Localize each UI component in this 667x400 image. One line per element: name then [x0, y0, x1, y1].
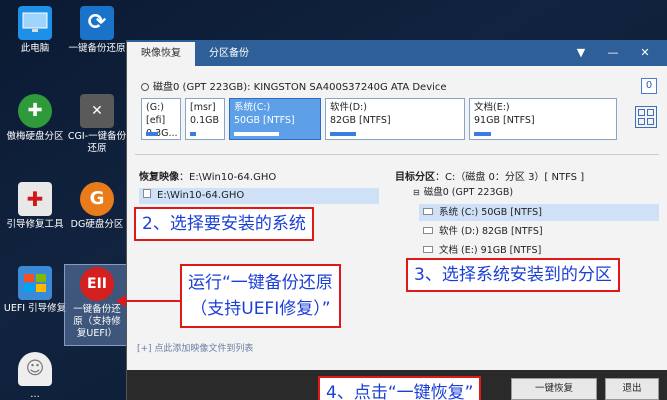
disk-title: 磁盘0 (GPT 223GB): KINGSTON SA400S37240G A…: [153, 82, 447, 93]
target-partition-row: 目标分区：C:（磁盘 0：分区 3）[ NTFS ]: [395, 168, 584, 183]
tree-root-label: 磁盘0 (GPT 223GB): [423, 187, 514, 198]
annotation-run-line2: （支持UEFI修复）”: [190, 299, 331, 319]
desktop-icon-aomei[interactable]: ✚ 傲梅硬盘分区: [2, 94, 68, 143]
eii-badge-text: EII: [87, 276, 107, 292]
collapse-icon[interactable]: ⊟: [413, 188, 420, 197]
disk-header[interactable]: 磁盘0 (GPT 223GB): KINGSTON SA400S37240G A…: [141, 78, 447, 93]
annotation-step4: 4、点击“一键恢复”: [318, 376, 482, 400]
partition-system-c[interactable]: 系统(C:) 50GB [NTFS]: [229, 98, 321, 140]
folder-icon: [423, 227, 433, 234]
tree-root-disk[interactable]: ⊟ 磁盘0 (GPT 223GB): [409, 184, 649, 201]
desktop-icon-label: 此电脑: [20, 43, 50, 54]
dg-logo-icon: G: [80, 182, 114, 216]
title-bar: 映像恢复 分区备份 ▼ — ✕: [127, 40, 667, 66]
close-icon[interactable]: ✕: [631, 40, 659, 66]
partition-name: 系统(C:): [234, 102, 271, 113]
annotation-step2: 2、选择要安装的系统: [134, 207, 314, 241]
desktop-icon-label: 引导修复工具: [6, 219, 64, 230]
tab-image-restore[interactable]: 映像恢复: [127, 42, 195, 66]
partition-efi[interactable]: (G:)[efi] 0.3G...: [141, 98, 181, 140]
target-partition-value: ：C:（磁盘 0：分区 3）[ NTFS ]: [435, 172, 585, 183]
pie-disk-icon: ✚: [18, 94, 52, 128]
partition-usage-bar: [190, 132, 196, 136]
monitor-icon: [18, 6, 52, 40]
desktop-icon-dg[interactable]: G DG硬盘分区: [64, 182, 130, 231]
desktop-icon-this-pc[interactable]: 此电脑: [2, 6, 68, 55]
desktop-icon-backup-restore[interactable]: ⟳ 一键备份还原: [64, 6, 130, 55]
tab-partition-backup[interactable]: 分区备份: [195, 42, 263, 66]
desktop-icon-label: 傲梅硬盘分区: [6, 131, 64, 142]
partition-usage-bar: [146, 132, 158, 136]
annotation-step3: 3、选择系统安装到的分区: [406, 258, 620, 292]
ghost-icon: ☺: [18, 352, 52, 386]
partition-software-d[interactable]: 软件(D:) 82GB [NTFS]: [325, 98, 465, 140]
file-icon: [143, 189, 151, 198]
uefi-window-icon: [18, 266, 52, 300]
desktop-icon-label: DG硬盘分区: [70, 219, 124, 230]
refresh-icon: ⟳: [80, 6, 114, 40]
desktop-icon-cgi[interactable]: ✕ CGI-一键备份还原: [64, 94, 130, 155]
partition-name: 软件(D:): [330, 102, 367, 113]
restore-image-label: 恢复映像: [139, 172, 179, 183]
layout-grid-icon[interactable]: [635, 106, 657, 128]
radio-icon[interactable]: [141, 83, 149, 91]
partition-size: 91GB [NTFS]: [474, 115, 535, 126]
medical-kit-icon: ✚: [18, 182, 52, 216]
annotation-run-line1: 运行“一键备份还原: [188, 273, 333, 293]
menu-dropdown-icon[interactable]: ▼: [567, 40, 595, 66]
restore-image-path: ：E:\Win10-64.GHO: [179, 172, 277, 183]
partition-document-e[interactable]: 文档(E:) 91GB [NTFS]: [469, 98, 617, 140]
partition-size: 0.1GB: [190, 115, 219, 126]
folder-icon: [423, 246, 433, 253]
partition-name: (G:)[efi]: [146, 102, 166, 126]
desktop-icon-label: 一键备份还原: [68, 43, 126, 54]
annotation-arrow-line: [124, 300, 180, 302]
tree-item-label: 软件 (D:) 82GB [NTFS]: [439, 226, 543, 237]
desktop-icon-label: CGI-一键备份还原: [67, 131, 127, 154]
image-list-item[interactable]: E:\Win10-64.GHO: [139, 188, 379, 204]
disk-number-badge: 0: [641, 78, 657, 94]
partition-usage-bar: [474, 132, 491, 136]
partition-usage-bar: [330, 132, 356, 136]
tree-item-label: 文档 (E:) 91GB [NTFS]: [439, 245, 542, 256]
tree-item-d[interactable]: 软件 (D:) 82GB [NTFS]: [419, 223, 659, 240]
desktop-icon-boot-repair[interactable]: ✚ 引导修复工具: [2, 182, 68, 231]
tree-item-label: 系统 (C:) 50GB [NTFS]: [439, 207, 542, 218]
annotation-run-tool: 运行“一键备份还原 （支持UEFI修复）”: [180, 264, 341, 328]
partition-size: 50GB [NTFS]: [234, 115, 295, 126]
desktop-icon-uefi-repair[interactable]: UEFI 引导修复: [2, 266, 68, 315]
desktop-icon-ghost[interactable]: ☺ …: [2, 352, 68, 400]
add-image-link[interactable]: [+] 点此添加映像文件到列表: [137, 341, 253, 354]
partition-msr[interactable]: [msr] 0.1GB: [185, 98, 225, 140]
minimize-icon[interactable]: —: [599, 40, 627, 66]
partition-name: 文档(E:): [474, 102, 510, 113]
desktop-icon-label: 一键备份还原（支持修复UEFI）: [73, 304, 121, 339]
partition-size: 82GB [NTFS]: [330, 115, 391, 126]
folder-icon: [423, 208, 433, 215]
image-list-item-label: E:\Win10-64.GHO: [157, 190, 245, 201]
cgi-tools-icon: ✕: [80, 94, 114, 128]
exit-button[interactable]: 退出: [605, 378, 659, 400]
arrow-left-icon: [116, 295, 126, 307]
section-divider: [135, 154, 659, 155]
one-click-restore-button[interactable]: 一键恢复: [511, 378, 597, 400]
eii-logo-icon: EII: [80, 267, 114, 301]
desktop-icon-label: UEFI 引导修复: [3, 303, 67, 314]
tree-item-c[interactable]: 系统 (C:) 50GB [NTFS]: [419, 204, 659, 221]
target-partition-label: 目标分区: [395, 172, 435, 183]
partition-name: [msr]: [190, 102, 216, 113]
partition-usage-bar: [234, 132, 279, 136]
restore-image-row: 恢复映像：E:\Win10-64.GHO: [139, 168, 276, 183]
tree-item-e[interactable]: 文档 (E:) 91GB [NTFS]: [419, 242, 659, 259]
desktop-icon-label: …: [30, 389, 40, 400]
